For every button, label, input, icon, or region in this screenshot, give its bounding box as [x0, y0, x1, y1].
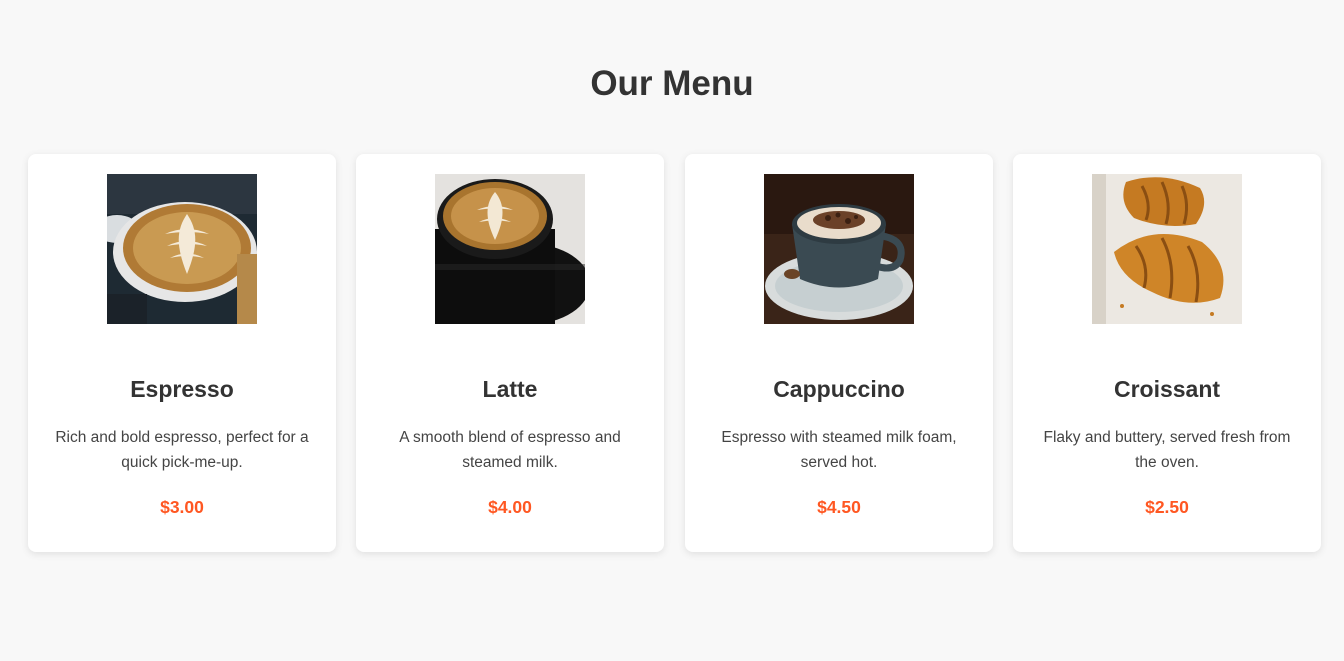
- item-price: $2.50: [1145, 497, 1189, 517]
- item-name: Croissant: [1113, 376, 1221, 402]
- item-price: $3.00: [160, 497, 204, 517]
- item-description: Espresso with steamed milk foam, served …: [721, 429, 957, 471]
- item-name: Espresso: [130, 376, 234, 402]
- item-name: Latte: [482, 376, 538, 402]
- menu-card-latte[interactable]: Latte A smooth blend of espresso and ste…: [356, 154, 664, 552]
- menu-grid: Espresso Rich and bold espresso, perfect…: [28, 154, 1321, 552]
- item-price: $4.00: [488, 497, 532, 517]
- menu-card-espresso[interactable]: Espresso Rich and bold espresso, perfect…: [28, 154, 336, 552]
- item-description: Rich and bold espresso, perfect for a qu…: [55, 429, 309, 471]
- latte-image: [435, 174, 585, 324]
- item-description: Flaky and buttery, served fresh from the…: [1043, 429, 1291, 471]
- menu-card-croissant[interactable]: Croissant Flaky and buttery, served fres…: [1013, 154, 1321, 552]
- item-name: Cappuccino: [773, 376, 905, 402]
- page-title: Our Menu: [590, 64, 754, 103]
- menu-section: Our Menu Espresso Rich and bold espresso…: [0, 0, 1344, 661]
- croissant-image: [1092, 174, 1242, 324]
- cappuccino-image: [764, 174, 914, 324]
- item-description: A smooth blend of espresso and steamed m…: [399, 429, 621, 471]
- menu-card-cappuccino[interactable]: Cappuccino Espresso with steamed milk fo…: [685, 154, 993, 552]
- item-price: $4.50: [817, 497, 861, 517]
- espresso-image: [107, 174, 257, 324]
